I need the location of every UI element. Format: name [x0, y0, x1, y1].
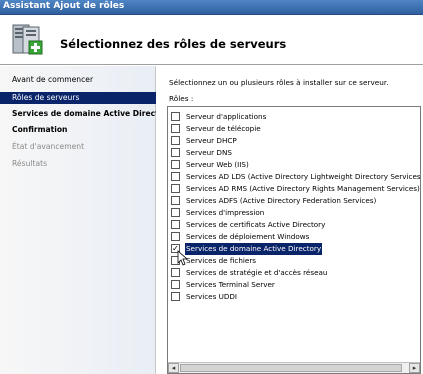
role-item[interactable]: Serveur de télécopie — [171, 123, 420, 135]
nav-item-confirmation[interactable]: Confirmation — [0, 124, 156, 136]
role-item[interactable]: Services d'impression — [171, 207, 420, 219]
role-item[interactable]: Services Terminal Server — [171, 279, 420, 291]
nav-item-progress: État d'avancement — [12, 142, 85, 151]
wizard-nav: Avant de commencer Rôles de serveurs Ser… — [0, 66, 156, 374]
role-label: Serveur d'applications — [186, 112, 267, 121]
role-checkbox[interactable] — [171, 232, 180, 241]
role-item[interactable]: Services ADFS (Active Directory Federati… — [171, 195, 420, 207]
scroll-right-button[interactable]: ▸ — [409, 363, 420, 373]
roles-label: Rôles : — [169, 94, 194, 103]
role-label: Services ADFS (Active Directory Federati… — [186, 196, 377, 205]
scroll-thumb[interactable] — [180, 364, 402, 372]
role-checkbox[interactable] — [171, 148, 180, 157]
page-title: Sélectionnez des rôles de serveurs — [60, 37, 287, 51]
scroll-left-button[interactable]: ◂ — [168, 363, 179, 373]
role-label: Services de fichiers — [186, 256, 257, 265]
role-label: Services de stratégie et d'accès réseau — [186, 268, 328, 277]
role-checkbox[interactable] — [171, 184, 180, 193]
role-label: Services Terminal Server — [186, 280, 275, 289]
role-checkbox[interactable] — [171, 292, 180, 301]
server-add-icon — [12, 24, 43, 55]
role-item[interactable]: Serveur DNS — [171, 147, 420, 159]
role-checkbox[interactable] — [171, 220, 180, 229]
role-checkbox[interactable] — [171, 112, 180, 121]
horizontal-scrollbar[interactable]: ◂ ▸ — [168, 362, 420, 373]
role-item[interactable]: Services UDDI — [171, 291, 420, 303]
role-item[interactable]: Services de stratégie et d'accès réseau — [171, 267, 420, 279]
nav-item-results: Résultats — [12, 159, 48, 168]
role-checkbox[interactable] — [171, 280, 180, 289]
role-label: Services AD LDS (Active Directory Lightw… — [186, 172, 421, 181]
role-item[interactable]: ✓ Services de domaine Active Directory — [171, 243, 420, 255]
roles-list[interactable]: Serveur d'applications Serveur de téléco… — [167, 106, 421, 374]
role-item[interactable]: Services de déploiement Windows — [171, 231, 420, 243]
role-checkbox[interactable] — [171, 196, 180, 205]
role-label: Services AD RMS (Active Directory Rights… — [186, 184, 420, 193]
role-item[interactable]: Services AD RMS (Active Directory Rights… — [171, 183, 420, 195]
role-label: Services d'impression — [186, 208, 265, 217]
role-checkbox[interactable] — [171, 268, 180, 277]
role-item[interactable]: Serveur DHCP — [171, 135, 420, 147]
mouse-pointer-icon — [177, 250, 189, 266]
instruction-text: Sélectionnez un ou plusieurs rôles à ins… — [169, 78, 389, 87]
role-checkbox[interactable] — [171, 172, 180, 181]
role-item[interactable]: Services de certificats Active Directory — [171, 219, 420, 231]
role-label: Serveur de télécopie — [186, 124, 261, 133]
role-label: Serveur DNS — [186, 148, 232, 157]
role-item[interactable]: Serveur d'applications — [171, 111, 420, 123]
content-panel: Sélectionnez un ou plusieurs rôles à ins… — [157, 66, 423, 374]
nav-item-server-roles[interactable]: Rôles de serveurs — [0, 92, 156, 104]
role-label: Services UDDI — [186, 292, 238, 301]
wizard-header: Sélectionnez des rôles de serveurs — [0, 15, 423, 65]
nav-item-before-start[interactable]: Avant de commencer — [0, 74, 156, 86]
window-title: Assistant Ajout de rôles — [3, 1, 125, 11]
role-label: Services de domaine Active Directory — [185, 243, 323, 255]
role-label: Services de certificats Active Directory — [186, 220, 326, 229]
nav-item-ad-domain-services[interactable]: Services de domaine Active Directo... — [0, 108, 156, 120]
role-label: Serveur Web (IIS) — [186, 160, 249, 169]
role-checkbox[interactable] — [171, 208, 180, 217]
role-checkbox[interactable] — [171, 124, 180, 133]
role-item[interactable]: Serveur Web (IIS) — [171, 159, 420, 171]
title-bar: Assistant Ajout de rôles — [0, 0, 423, 15]
role-label: Serveur DHCP — [186, 136, 237, 145]
role-item[interactable]: Services AD LDS (Active Directory Lightw… — [171, 171, 421, 183]
role-item[interactable]: Services de fichiers — [171, 255, 420, 267]
role-label: Services de déploiement Windows — [186, 232, 310, 241]
role-checkbox[interactable] — [171, 136, 180, 145]
role-checkbox[interactable] — [171, 160, 180, 169]
